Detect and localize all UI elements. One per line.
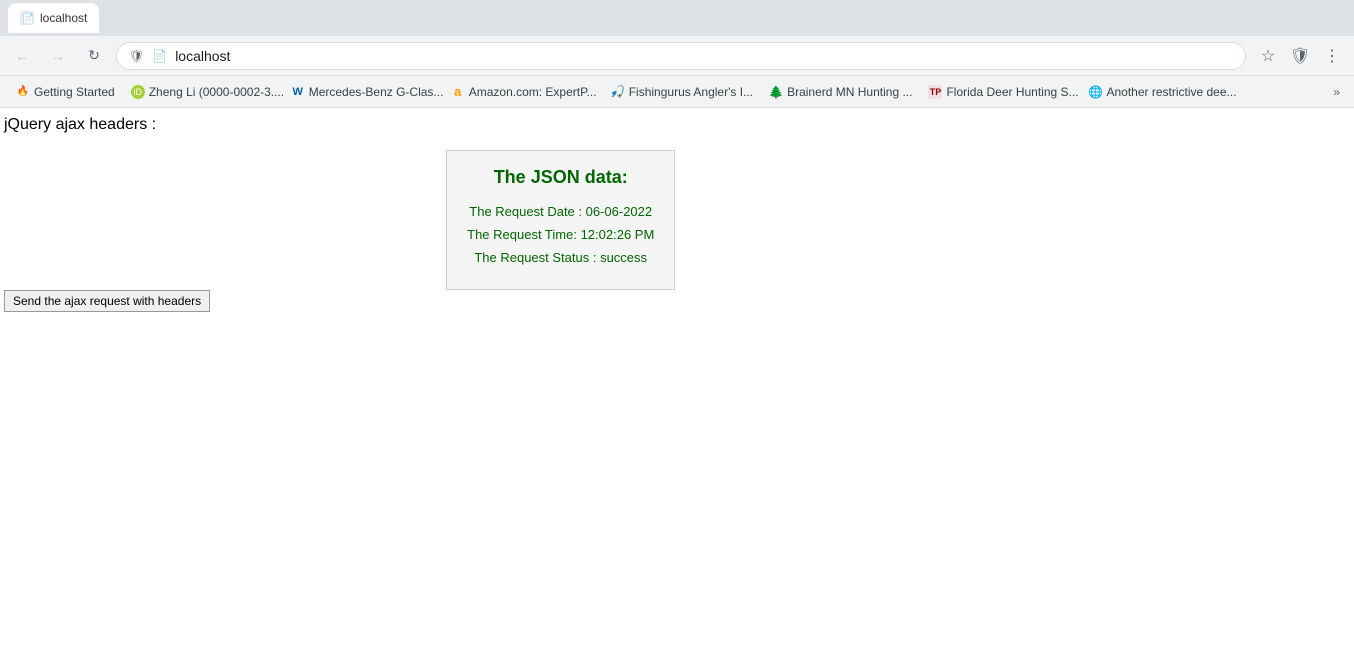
- back-icon: ←: [15, 48, 29, 64]
- tab-favicon: 📄: [20, 11, 34, 25]
- bookmark-label-mercedes: Mercedes-Benz G-Clas...: [309, 85, 443, 99]
- active-tab[interactable]: 📄 localhost: [8, 3, 99, 33]
- bookmark-florida-deer[interactable]: TP Florida Deer Hunting S...: [920, 81, 1080, 103]
- bookmark-favicon-another: 🌐: [1088, 85, 1102, 99]
- refresh-button[interactable]: ↻: [80, 42, 108, 70]
- json-result-box: The JSON data: The Request Date : 06-06-…: [446, 150, 675, 290]
- bookmark-favicon-florida-deer: TP: [928, 85, 942, 99]
- bookmark-favicon-brainerd: 🌲: [769, 85, 783, 99]
- star-icon: ☆: [1261, 46, 1275, 66]
- bookmark-favicon-zheng-li: iD: [131, 85, 145, 99]
- bookmark-favicon-mercedes: W: [291, 85, 305, 99]
- json-status: The Request Status : success: [467, 250, 654, 265]
- json-title: The JSON data:: [467, 167, 654, 188]
- page-content: jQuery ajax headers : Send the ajax requ…: [0, 108, 1354, 664]
- bookmarks-bar: 🔥 Getting Started iD Zheng Li (0000-0002…: [0, 76, 1354, 108]
- shield-icon: 🛡: [1290, 46, 1310, 66]
- bookmark-label-getting-started: Getting Started: [34, 85, 115, 99]
- menu-icon: ⋮: [1324, 46, 1340, 66]
- bookmark-favicon-amazon: a: [451, 85, 465, 99]
- bookmarks-more-button[interactable]: »: [1327, 81, 1346, 103]
- refresh-icon: ↻: [88, 47, 100, 64]
- toolbar-right: ☆ 🛡 ⋮: [1254, 42, 1346, 70]
- bookmark-label-another: Another restrictive dee...: [1106, 85, 1236, 99]
- bookmark-mercedes[interactable]: W Mercedes-Benz G-Clas...: [283, 81, 443, 103]
- svg-text:📄: 📄: [22, 12, 34, 25]
- bookmark-favicon-fishingurus: 🎣: [611, 85, 625, 99]
- back-button[interactable]: ←: [8, 42, 36, 70]
- bookmark-label-amazon: Amazon.com: ExpertP...: [469, 85, 597, 99]
- json-date: The Request Date : 06-06-2022: [467, 204, 654, 219]
- forward-icon: →: [51, 48, 65, 64]
- shield-button[interactable]: 🛡: [1286, 42, 1314, 70]
- json-time: The Request Time: 12:02:26 PM: [467, 227, 654, 242]
- tab-bar: 📄 localhost: [0, 0, 1354, 36]
- bookmark-getting-started[interactable]: 🔥 Getting Started: [8, 81, 123, 103]
- bookmark-another[interactable]: 🌐 Another restrictive dee...: [1080, 81, 1240, 103]
- bookmark-favicon-getting-started: 🔥: [16, 85, 30, 99]
- bookmark-brainerd[interactable]: 🌲 Brainerd MN Hunting ...: [761, 81, 920, 103]
- toolbar: ← → ↻ 🛡 📄 localhost ☆ 🛡 ⋮: [0, 36, 1354, 76]
- browser-window: 📄 localhost ← → ↻ 🛡 📄 localhost ☆ 🛡: [0, 0, 1354, 664]
- bookmark-star-button[interactable]: ☆: [1254, 42, 1282, 70]
- security-icon: 🛡: [129, 49, 144, 63]
- menu-button[interactable]: ⋮: [1318, 42, 1346, 70]
- bookmark-label-zheng-li: Zheng Li (0000-0002-3....: [149, 85, 283, 99]
- forward-button[interactable]: →: [44, 42, 72, 70]
- page-icon: 📄: [152, 49, 167, 63]
- tab-title: localhost: [40, 11, 87, 25]
- page-heading: jQuery ajax headers :: [4, 116, 1350, 134]
- bookmark-fishingurus[interactable]: 🎣 Fishingurus Angler's I...: [603, 81, 761, 103]
- address-bar[interactable]: 🛡 📄 localhost: [116, 42, 1246, 70]
- bookmark-label-florida-deer: Florida Deer Hunting S...: [946, 85, 1078, 99]
- bookmark-amazon[interactable]: a Amazon.com: ExpertP...: [443, 81, 603, 103]
- bookmark-label-fishingurus: Fishingurus Angler's I...: [629, 85, 753, 99]
- url-text: localhost: [175, 48, 230, 64]
- send-ajax-button[interactable]: Send the ajax request with headers: [4, 290, 210, 312]
- page-body: Send the ajax request with headers The J…: [4, 150, 1350, 312]
- bookmark-zheng-li[interactable]: iD Zheng Li (0000-0002-3....: [123, 81, 283, 103]
- bookmark-label-brainerd: Brainerd MN Hunting ...: [787, 85, 912, 99]
